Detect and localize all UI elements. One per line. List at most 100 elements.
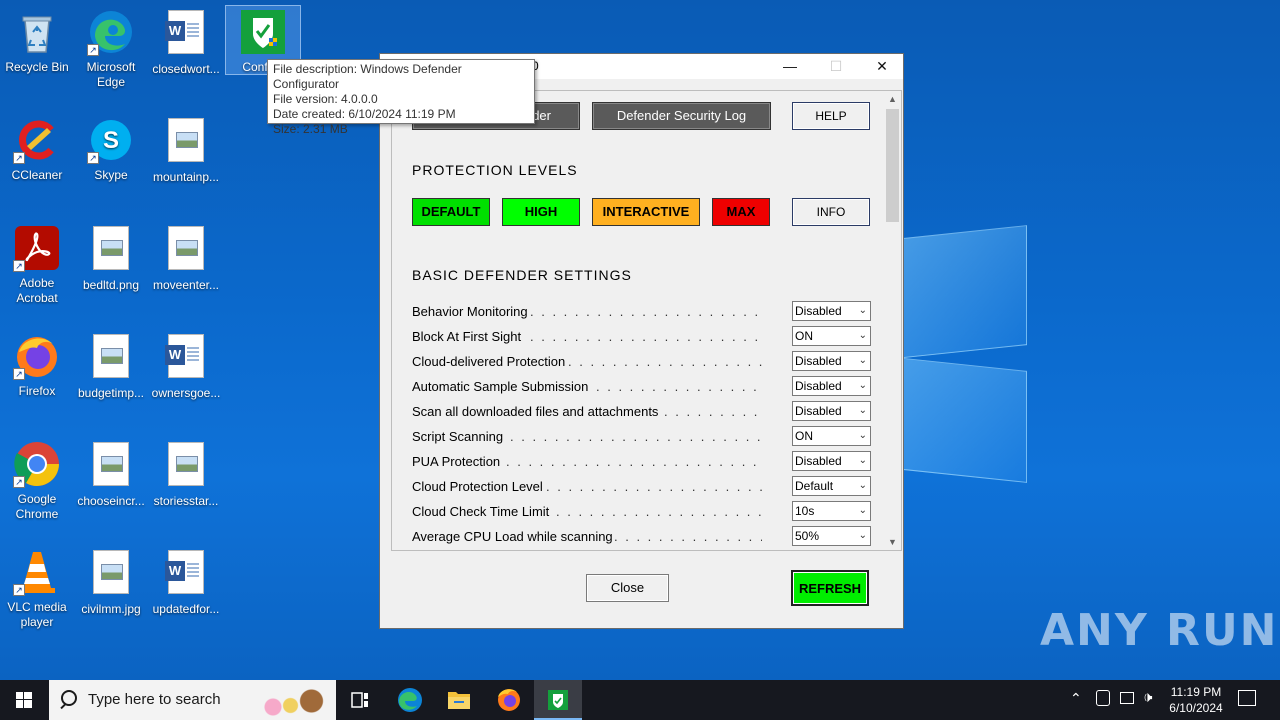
close-window-button[interactable]: ✕ — [859, 54, 905, 79]
desktop-icon-skype[interactable]: S ↗ Skype — [74, 116, 148, 183]
setting-name: Average CPU Load while scanning — [412, 529, 613, 544]
setting-dropdown[interactable]: ON ⌄ — [792, 326, 871, 346]
notifications-button[interactable] — [1238, 690, 1256, 706]
desktop-icon-file[interactable]: moveenter... — [149, 224, 223, 293]
taskbar-edge-button[interactable] — [386, 680, 434, 720]
dropdown-value: Disabled — [795, 354, 842, 368]
defender-shield-icon — [548, 690, 568, 710]
setting-dropdown[interactable]: Disabled ⌄ — [792, 401, 871, 421]
desktop-icon-label: civilmm.jpg — [81, 602, 141, 616]
start-button[interactable] — [0, 680, 48, 720]
desktop-icon-label: Recycle Bin — [5, 60, 69, 74]
setting-row: Scan all downloaded files and attachment… — [412, 401, 872, 423]
image-file-icon — [87, 226, 135, 274]
setting-dropdown[interactable]: Disabled ⌄ — [792, 451, 871, 471]
desktop-icon-label: Skype — [94, 168, 128, 182]
dropdown-value: Disabled — [795, 454, 842, 468]
task-view-icon — [351, 692, 368, 708]
chevron-down-icon: ⌄ — [858, 530, 867, 541]
setting-name: Behavior Monitoring — [412, 304, 528, 319]
desktop-icon-file[interactable]: storiesstar... — [149, 440, 223, 509]
show-hidden-icons-button[interactable]: ⌃ — [1070, 690, 1082, 707]
dropdown-value: Disabled — [795, 304, 842, 318]
level-max-button[interactable]: MAX — [712, 198, 770, 226]
clock[interactable]: 11:19 PM 6/10/2024 — [1166, 684, 1226, 716]
info-button[interactable]: INFO — [792, 198, 870, 226]
taskbar-firefox-button[interactable] — [485, 680, 533, 720]
chevron-down-icon: ⌄ — [858, 480, 867, 491]
desktop-icon-label: budgetimp... — [77, 386, 145, 400]
desktop-icon-file[interactable]: bedltd.png — [74, 224, 148, 293]
setting-dropdown[interactable]: Disabled ⌄ — [792, 376, 871, 396]
chevron-down-icon: ⌄ — [858, 430, 867, 441]
setting-dropdown[interactable]: 10s ⌄ — [792, 501, 871, 521]
setting-dropdown[interactable]: Default ⌄ — [792, 476, 871, 496]
chevron-down-icon: ⌄ — [858, 305, 867, 316]
meet-now-icon[interactable] — [1096, 690, 1110, 706]
setting-row: PUA Protection . . . . . . . . . . . . .… — [412, 451, 872, 473]
desktop-icon-label: VLC media player — [7, 600, 67, 629]
image-file-icon — [162, 442, 210, 490]
taskbar-explorer-button[interactable] — [435, 680, 483, 720]
defender-security-log-button[interactable]: Defender Security Log — [592, 102, 771, 130]
leader-dots: . . . . . . . . . . . . . . . . . . . . … — [568, 354, 762, 369]
setting-row: Cloud-delivered Protection . . . . . . .… — [412, 351, 872, 373]
setting-dropdown[interactable]: 50% ⌄ — [792, 526, 871, 546]
search-decoration-icon — [259, 686, 329, 716]
minimize-button[interactable]: — — [767, 54, 813, 79]
scroll-up-icon[interactable]: ▲ — [884, 91, 901, 107]
desktop-icon-recycle-bin[interactable]: Recycle Bin — [0, 8, 74, 75]
level-high-button[interactable]: HIGH — [502, 198, 580, 226]
scrollbar-thumb[interactable] — [886, 109, 899, 222]
maximize-button[interactable]: ☐ — [813, 54, 859, 79]
desktop-icon-microsoft-edge[interactable]: ↗ Microsoft Edge — [74, 8, 148, 90]
desktop-icon-file[interactable]: civilmm.jpg — [74, 548, 148, 617]
setting-dropdown[interactable]: Disabled ⌄ — [792, 301, 871, 321]
level-interactive-button[interactable]: INTERACTIVE — [592, 198, 700, 226]
clock-date: 6/10/2024 — [1169, 701, 1223, 715]
image-file-icon — [162, 118, 210, 166]
desktop-icon-file[interactable]: chooseincr... — [74, 440, 148, 509]
shortcut-arrow-icon: ↗ — [13, 152, 25, 164]
taskbar-configurator-button[interactable] — [534, 680, 582, 720]
network-icon[interactable] — [1120, 692, 1134, 704]
settings-scroll-panel[interactable]: der Defender Security Log HELP PROTECTIO… — [391, 90, 902, 551]
task-view-button[interactable] — [336, 680, 384, 720]
firefox-icon — [498, 689, 520, 711]
desktop-icon-label: bedltd.png — [82, 278, 140, 292]
desktop-icon-file[interactable]: budgetimp... — [74, 332, 148, 401]
desktop-icon-firefox[interactable]: ↗ Firefox — [0, 332, 74, 399]
refresh-button[interactable]: REFRESH — [791, 570, 869, 606]
protection-levels-heading: PROTECTION LEVELS — [412, 162, 578, 178]
desktop-icon-adobe-acrobat[interactable]: ↗ Adobe Acrobat — [0, 224, 74, 306]
level-default-button[interactable]: DEFAULT — [412, 198, 490, 226]
vertical-scrollbar[interactable]: ▲ ▼ — [884, 91, 901, 550]
file-info-tooltip: File description: Windows Defender Confi… — [267, 59, 535, 136]
dropdown-value: 50% — [795, 529, 820, 543]
setting-dropdown[interactable]: ON ⌄ — [792, 426, 871, 446]
setting-name: Script Scanning — [412, 429, 504, 444]
desktop-icon-word-doc[interactable]: W ownersgoe... — [149, 332, 223, 401]
shortcut-arrow-icon: ↗ — [87, 152, 99, 164]
svg-text:S: S — [103, 127, 119, 154]
close-button[interactable]: Close — [586, 574, 669, 602]
taskbar-search-box[interactable]: Type here to search — [49, 680, 336, 720]
setting-row: Script Scanning . . . . . . . . . . . . … — [412, 426, 872, 448]
help-button[interactable]: HELP — [792, 102, 870, 130]
folder-icon — [448, 692, 470, 709]
desktop-icon-ccleaner[interactable]: ↗ CCleaner — [0, 116, 74, 183]
volume-icon[interactable]: 🕩 — [1143, 689, 1152, 706]
chevron-down-icon: ⌄ — [858, 505, 867, 516]
scroll-down-icon[interactable]: ▼ — [884, 534, 901, 550]
setting-dropdown[interactable]: Disabled ⌄ — [792, 351, 871, 371]
desktop-icon-word-doc[interactable]: W updatedfor... — [149, 548, 223, 617]
defender-shield-icon — [239, 8, 287, 56]
adobe-acrobat-icon: ↗ — [13, 224, 61, 272]
desktop-icon-google-chrome[interactable]: ↗ Google Chrome — [0, 440, 74, 522]
desktop-icon-file[interactable]: mountainp... — [149, 116, 223, 185]
desktop-icon-word-doc[interactable]: W closedwort... — [149, 8, 223, 77]
search-icon-handle — [60, 702, 67, 710]
desktop-icon-vlc[interactable]: ↗ VLC media player — [0, 548, 74, 630]
leader-dots: . . . . . . . . . . . . . . . . . . . . … — [506, 454, 762, 469]
desktop-icon-label: updatedfor... — [152, 602, 220, 616]
